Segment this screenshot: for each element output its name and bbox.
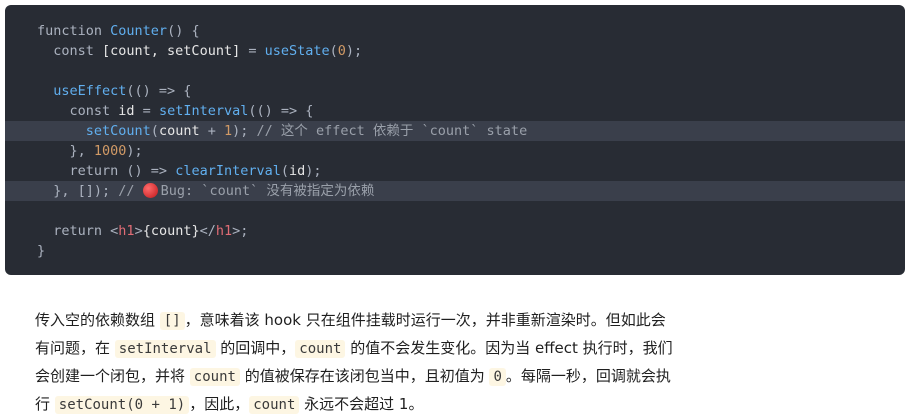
text: 有问题，在	[35, 339, 115, 357]
code-token: clearInterval	[175, 163, 281, 179]
code-token: >;	[232, 223, 249, 239]
paragraph-line-3: 会创建一个闭包，并将 count 的值被保存在该闭包当中，且初值为 0 。每隔一秒…	[35, 362, 795, 390]
code-token: h1	[215, 223, 233, 239]
code-token: 1000	[93, 143, 127, 159]
code-token: =	[240, 43, 265, 59]
text: 行	[35, 395, 55, 413]
code-token: );	[345, 43, 363, 59]
code-token: (() => {	[248, 103, 314, 119]
paragraph-line-2: 有问题，在 setInterval 的回调中， count 的值不会发生变化。因为…	[35, 334, 795, 362]
code-token: }, []);	[37, 183, 119, 199]
code-token: [count, setCount]	[102, 43, 241, 59]
code-token: h1	[118, 223, 135, 239]
code-token: 0	[337, 43, 346, 59]
code-token: );	[126, 143, 143, 159]
code-block: function Counter() { const [count, setCo…	[5, 5, 905, 275]
code-token: function	[37, 23, 111, 39]
inline-code: count	[249, 396, 300, 414]
code-token: setCount	[37, 123, 151, 139]
code-token: return	[37, 163, 127, 179]
inline-code: setInterval	[114, 340, 216, 358]
inline-code: setCount(0 + 1)	[54, 396, 190, 414]
code-token: (	[280, 163, 289, 179]
code-line-4: useEffect(() => {	[5, 81, 905, 101]
inline-code: count	[295, 340, 346, 358]
code-token: const	[37, 43, 103, 59]
code-token: Counter	[110, 23, 168, 39]
code-line-2: const [count, setCount] = useState(0);	[5, 41, 905, 61]
code-token: );	[232, 123, 257, 139]
code-token: useState	[264, 43, 330, 59]
code-token: (	[329, 43, 338, 59]
code-token: (() => {	[126, 83, 192, 99]
paragraph-line-4: 行 setCount(0 + 1) ，因此， count 永远不会超过 1。	[35, 390, 795, 418]
code-token: (	[150, 123, 159, 139]
code-token: },	[37, 143, 94, 159]
code-token: id	[118, 103, 135, 119]
code-line-12: }	[5, 241, 905, 261]
code-line-1: function Counter() {	[5, 21, 905, 41]
code-token: setInterval	[158, 103, 249, 119]
code-token: const	[37, 103, 119, 119]
red-circle-icon	[142, 183, 158, 198]
text: ，因此，	[189, 395, 250, 413]
code-token: id	[289, 163, 306, 179]
text: 。每隔一秒，回调就会执	[505, 367, 671, 385]
text: 永远不会超过 1。	[299, 395, 424, 413]
code-token: {count}	[142, 223, 200, 239]
code-line-6-highlighted: setCount(count + 1); // 这个 effect 依赖于 `c…	[5, 121, 905, 141]
code-comment: Bug: `count` 没有被指定为依赖	[160, 183, 375, 199]
code-token: () {	[167, 23, 200, 39]
text: 的回调中，	[215, 339, 296, 357]
code-line-5: const id = setInterval(() => {	[5, 101, 905, 121]
inline-code: 0	[489, 368, 506, 386]
code-line-11: return <h1>{count}</h1>;	[5, 221, 905, 241]
code-comment: // 这个 effect 依赖于 `count` state	[256, 123, 528, 139]
code-comment: //	[118, 183, 143, 199]
code-line-7: }, 1000);	[5, 141, 905, 161]
code-token: return	[37, 223, 111, 239]
code-token: =	[134, 103, 159, 119]
code-token: 1	[223, 123, 233, 139]
code-token: count	[158, 123, 200, 139]
text: 的值被保存在该闭包当中，且初值为	[239, 367, 490, 385]
code-token: }	[37, 243, 46, 259]
text: 会创建一个闭包，并将	[35, 367, 190, 385]
code-line-9-highlighted: }, []); // Bug: `count` 没有被指定为依赖	[5, 181, 905, 201]
code-token: </	[199, 223, 216, 239]
code-token: );	[305, 163, 322, 179]
inline-code: []	[159, 312, 185, 330]
code-token: () =>	[126, 163, 176, 179]
code-line-8: return () => clearInterval(id);	[5, 161, 905, 181]
code-token: useEffect	[37, 83, 127, 99]
text: ，意味着该 hook 只在组件挂载时运行一次，并非重新渲染时。但如此会	[184, 311, 666, 329]
paragraph-line-1: 传入空的依赖数组 [] ，意味着该 hook 只在组件挂载时运行一次，并非重新渲染…	[35, 306, 795, 334]
code-token: +	[199, 123, 224, 139]
inline-code: count	[189, 368, 240, 386]
text: 的值不会发生变化。因为当 effect 执行时，我们	[345, 339, 673, 357]
text: 传入空的依赖数组	[35, 311, 160, 329]
code-token: >	[134, 223, 143, 239]
explanation-paragraph: 传入空的依赖数组 [] ，意味着该 hook 只在组件挂载时运行一次，并非重新渲染…	[35, 306, 795, 418]
